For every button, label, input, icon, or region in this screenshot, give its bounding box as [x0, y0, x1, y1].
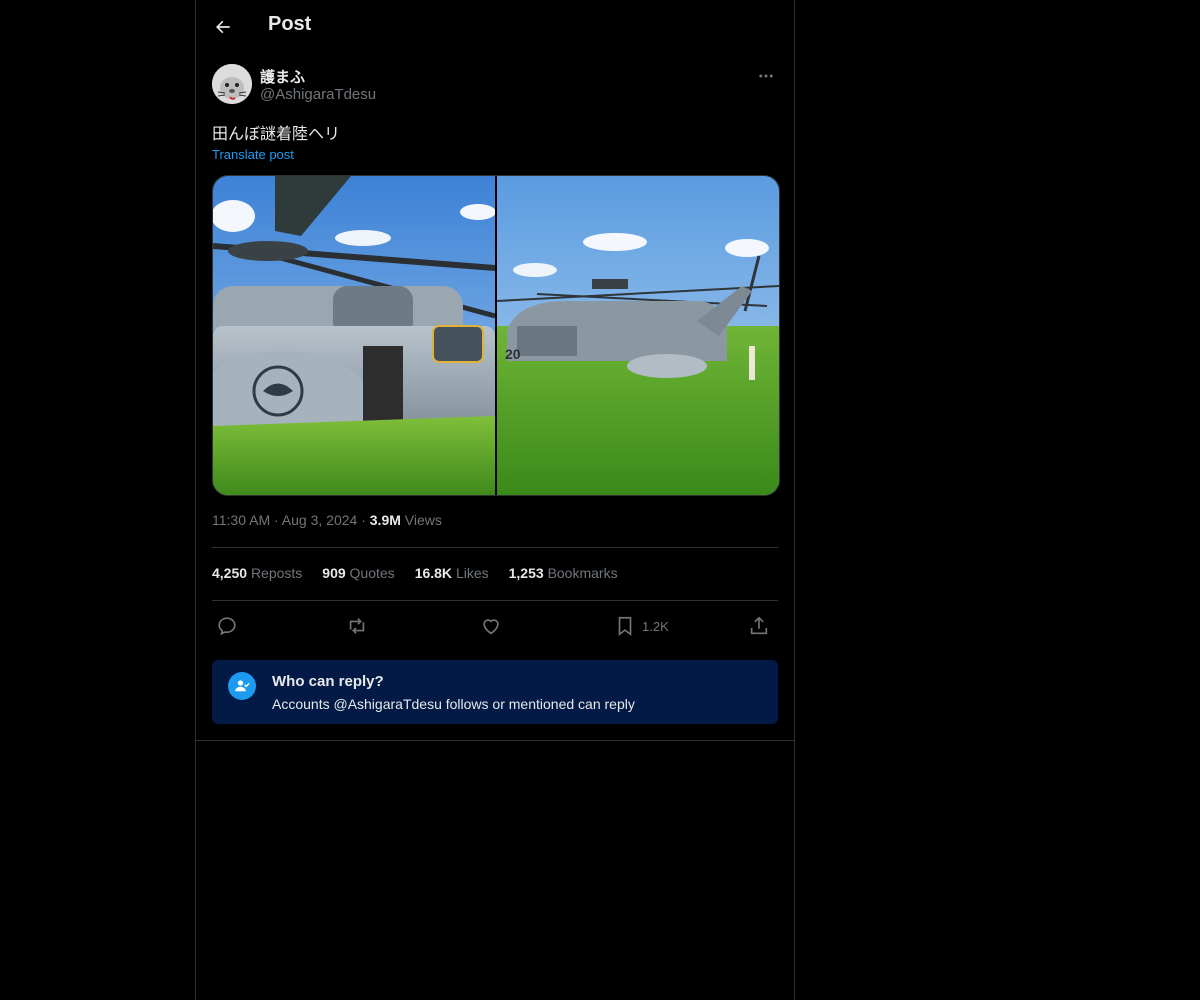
- stat-bookmarks[interactable]: 1,253 Bookmarks: [509, 565, 618, 581]
- post-actions: 1.2K: [212, 612, 778, 640]
- avatar[interactable]: [212, 64, 252, 104]
- more-horizontal-icon: [759, 74, 773, 78]
- views-label: Views: [404, 512, 442, 528]
- stat-reposts[interactable]: 4,250 Reposts: [212, 565, 302, 581]
- post-date[interactable]: Aug 3, 2024: [282, 512, 358, 528]
- page-title: Post: [268, 13, 312, 35]
- user-check-glyph: [235, 680, 250, 692]
- helicopter-closeup-image: [213, 176, 495, 495]
- repost-button[interactable]: [346, 612, 368, 640]
- user-check-icon: [228, 672, 256, 700]
- author-handle[interactable]: @AshigaraTdesu: [260, 86, 376, 103]
- who-can-reply-title: Who can reply?: [272, 673, 384, 690]
- reply-button[interactable]: [216, 612, 238, 640]
- post-time[interactable]: 11:30 AM: [212, 512, 270, 528]
- stat-count: 4,250: [212, 565, 248, 581]
- who-can-reply-notice: Who can reply? Accounts @AshigaraTdesu f…: [212, 660, 778, 724]
- post-author: 護まふ @AshigaraTdesu: [212, 64, 778, 108]
- divider: [212, 600, 778, 601]
- reply-icon: [218, 617, 236, 636]
- bookmark-icon: [618, 616, 632, 636]
- divider: [196, 740, 794, 741]
- more-options-button[interactable]: [754, 64, 778, 88]
- post-stats: 4,250 Reposts 909 Quotes 16.8K Likes 1,2…: [212, 565, 618, 581]
- divider: [212, 547, 778, 548]
- repost-icon: [349, 618, 365, 634]
- post-timestamp: 11:30 AM · Aug 3, 2024 · 3.9M Views: [212, 512, 442, 528]
- post-image-1[interactable]: [213, 176, 495, 495]
- stat-label: Reposts: [250, 565, 303, 581]
- views-count: 3.9M: [369, 512, 401, 528]
- like-button[interactable]: [480, 612, 502, 640]
- post-image-2[interactable]: 20: [497, 176, 779, 495]
- stat-likes[interactable]: 16.8K Likes: [415, 565, 489, 581]
- arrow-left-icon: [216, 20, 230, 34]
- heart-icon: [483, 619, 499, 635]
- stat-label: Quotes: [349, 565, 395, 581]
- translate-post-link[interactable]: Translate post: [212, 147, 294, 162]
- share-icon: [750, 616, 768, 635]
- stat-label: Likes: [455, 565, 489, 581]
- stat-count: 16.8K: [414, 565, 453, 581]
- avatar-seal-icon: [212, 64, 252, 104]
- stat-label: Bookmarks: [547, 565, 618, 581]
- bookmark-count: 1.2K: [642, 618, 669, 634]
- bookmark-button[interactable]: 1.2K: [614, 612, 669, 640]
- post-header: Post: [196, 0, 794, 53]
- stat-count: 1,253: [508, 565, 544, 581]
- post-column: Post 護まふ @AshigaraTdesu 田んぼ謎着陸ヘリ Transla…: [195, 0, 795, 1000]
- stat-count: 909: [322, 565, 346, 581]
- svg-text:20: 20: [505, 346, 521, 362]
- author-name[interactable]: 護まふ: [260, 66, 305, 87]
- dot-separator: ·: [274, 512, 282, 528]
- post-text: 田んぼ謎着陸ヘリ: [212, 126, 341, 143]
- share-button[interactable]: [748, 612, 770, 640]
- stat-quotes[interactable]: 909 Quotes: [322, 565, 394, 581]
- who-can-reply-subtitle: Accounts @AshigaraTdesu follows or menti…: [272, 696, 635, 712]
- post-media: 20: [212, 175, 780, 496]
- dot-separator: ·: [361, 512, 370, 528]
- back-button[interactable]: [208, 12, 238, 42]
- helicopter-field-image: 20: [497, 176, 779, 495]
